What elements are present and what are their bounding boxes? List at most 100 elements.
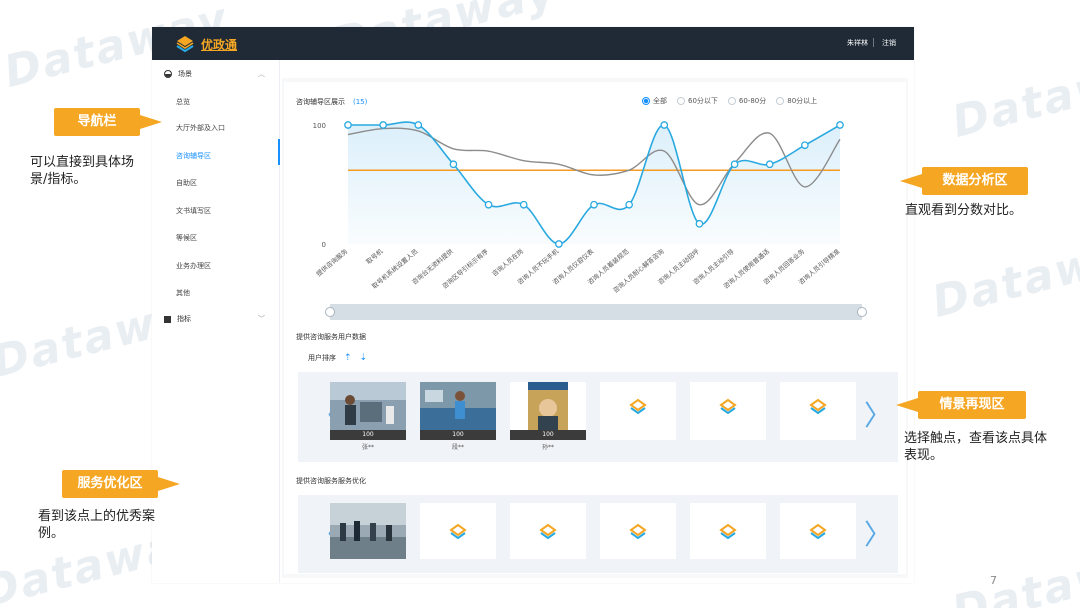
scene-photo (420, 382, 496, 430)
sort-ascending-icon[interactable]: ⇡ (344, 353, 352, 363)
data-point (590, 200, 598, 209)
scene-photo (330, 382, 406, 430)
sidebar-item-self-service[interactable]: 自助区 (176, 178, 197, 188)
top-bar: 优政通 朱祥林 注销 (152, 27, 914, 60)
sidebar-group-label: 指标 (177, 315, 191, 323)
placeholder-card (420, 503, 496, 559)
brand-name[interactable]: 优政通 (201, 36, 237, 53)
sidebar-group-metrics[interactable]: 指标 (164, 314, 191, 324)
sidebar-item-consult-area[interactable]: 咨询辅导区 (176, 151, 211, 161)
placeholder-logo-icon (809, 523, 827, 540)
placeholder-logo-icon (449, 523, 467, 540)
app-window: 优政通 朱祥林 注销 场景 ︿ 总览 大厅外部及入口 咨询辅导区 自助区 文书填… (152, 27, 914, 583)
data-point (660, 121, 669, 129)
data-point (449, 160, 458, 169)
chevron-up-icon[interactable]: ︿ (258, 69, 265, 79)
sidebar: 场景 ︿ 总览 大厅外部及入口 咨询辅导区 自助区 文书填写区 等候区 业务办理… (152, 60, 280, 583)
page-number: 7 (990, 574, 997, 587)
placeholder-logo-icon (629, 523, 647, 540)
case-card[interactable] (330, 503, 406, 559)
placeholder-card (690, 503, 766, 559)
data-point (765, 160, 774, 169)
watermark: Dataway (947, 43, 1080, 148)
scene-callout-note: 选择触点，查看该点具体表现。 (904, 431, 1048, 463)
slider-selection (330, 304, 862, 320)
content-panel: 咨询辅导区展示 (15) 全部 60分以下 60-80分 80分以上 100 0 提供… (284, 82, 906, 574)
sidebar-group-label: 场景 (178, 70, 192, 78)
analysis-callout-tag: 数据分析区 (922, 167, 1028, 195)
optimize-section-title: 提供咨询服务服务优化 (296, 477, 366, 485)
chevron-right-icon[interactable]: 〉 (864, 394, 892, 434)
data-point (555, 240, 563, 248)
divider (873, 38, 874, 47)
slider-handle-left[interactable] (325, 307, 335, 317)
sort-descending-icon[interactable]: ⇣ (360, 353, 368, 363)
sidebar-item-hall-entrance[interactable]: 大厅外部及入口 (176, 123, 225, 133)
sidebar-active-indicator (278, 139, 280, 165)
sidebar-item-other[interactable]: 其他 (176, 288, 190, 298)
data-point (414, 121, 423, 129)
analysis-callout-note: 直观看到分数对比。 (905, 203, 1023, 218)
data-point (519, 200, 528, 209)
case-photo (330, 503, 406, 559)
callout-pointer (140, 115, 162, 129)
brand-logo-icon (176, 36, 194, 53)
data-point (730, 160, 739, 169)
scene-carousel: 〈 〉 100 张** 100 段** 100 孙** (298, 372, 898, 462)
user-score: 100 (420, 430, 496, 440)
placeholder-logo-icon (809, 398, 827, 415)
callout-pointer (900, 174, 922, 188)
nav-callout-tag: 导航栏 (54, 108, 140, 136)
service-callout-tag: 服务优化区 (62, 470, 158, 498)
sidebar-item-overview[interactable]: 总览 (176, 97, 190, 107)
score-line-chart: 1000提供咨询服务 取号机取号机系统设置人员咨询台无资料提供咨询区导引标示有序咨… (313, 121, 844, 295)
chevron-down-icon[interactable]: ﹀ (258, 314, 265, 324)
sidebar-item-form-filling[interactable]: 文书填写区 (176, 206, 211, 216)
placeholder-card (780, 382, 856, 440)
chevron-right-icon[interactable]: 〉 (864, 513, 892, 553)
series-area (348, 122, 840, 244)
user-name: 孙** (541, 444, 554, 451)
main-content: 咨询辅导区展示 (15) 全部 60分以下 60-80分 80分以上 100 0 提供… (282, 78, 908, 578)
data-point (801, 141, 809, 150)
slider-handle-right[interactable] (857, 307, 867, 317)
user-card[interactable]: 100 张** (330, 382, 406, 451)
watermark: Dataway (947, 533, 1080, 608)
x-tick-label: 提供咨询服务 (314, 246, 350, 278)
data-point (344, 121, 352, 129)
user-card[interactable]: 100 孙** (510, 382, 586, 451)
data-point (836, 121, 844, 129)
service-callout-note: 看到该点上的优秀案例。 (38, 509, 156, 541)
y-tick-label: 0 (322, 241, 326, 249)
x-tick-label: 咨询人员在岗 (490, 247, 525, 279)
data-point (695, 219, 704, 228)
user-name: 段** (451, 444, 464, 451)
sidebar-item-business[interactable]: 业务办理区 (176, 261, 211, 271)
data-point (379, 121, 387, 129)
placeholder-logo-icon (719, 523, 737, 540)
placeholder-card (600, 382, 676, 440)
user-name: 张** (361, 444, 374, 451)
x-tick-label: 取号机 (364, 246, 385, 266)
metrics-icon (164, 315, 171, 323)
scene-callout-tag: 情景再现区 (918, 391, 1026, 419)
callout-pointer (158, 477, 180, 491)
placeholder-card (780, 503, 856, 559)
user-name[interactable]: 朱祥林 (847, 38, 868, 48)
users-section-title: 提供咨询服务用户数据 (296, 333, 366, 341)
user-score: 100 (510, 430, 586, 440)
user-card[interactable]: 100 段** (420, 382, 496, 451)
optimization-carousel: 〈 〉 (298, 495, 898, 573)
sidebar-item-waiting-area[interactable]: 等候区 (176, 233, 197, 243)
nav-callout-note: 可以直接到具体场景/指标。 (30, 155, 135, 187)
chart-range-slider[interactable] (325, 304, 867, 320)
sidebar-group-scene[interactable]: 场景 (164, 69, 192, 79)
scene-photo (510, 382, 586, 430)
watermark: Dataway (927, 223, 1080, 328)
user-sort-bar: 用户排序 ⇡ ⇣ (308, 353, 367, 363)
placeholder-card (690, 382, 766, 440)
logout-link[interactable]: 注销 (882, 38, 896, 48)
data-point (625, 200, 633, 209)
placeholder-logo-icon (719, 398, 737, 415)
y-tick-label: 100 (313, 122, 326, 130)
